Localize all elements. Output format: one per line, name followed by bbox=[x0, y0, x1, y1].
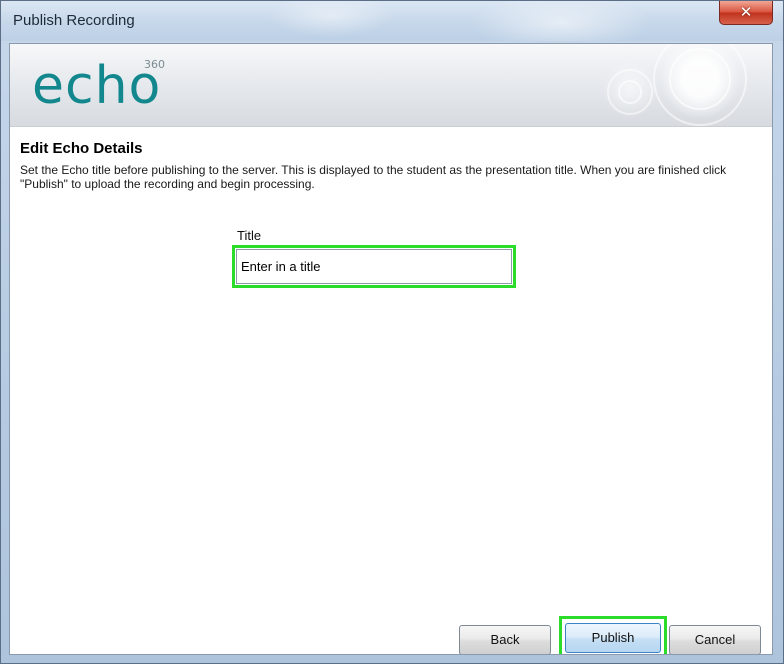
logo-superscript: 360 bbox=[144, 58, 165, 71]
back-button[interactable]: Back bbox=[459, 625, 551, 654]
publish-recording-dialog: Publish Recording ✕ echo 360 Edit Echo D… bbox=[0, 0, 784, 664]
window-title: Publish Recording bbox=[13, 12, 135, 29]
instructions-text: Set the Echo title before publishing to … bbox=[20, 163, 727, 191]
cancel-button[interactable]: Cancel bbox=[669, 625, 761, 654]
publish-button[interactable]: Publish bbox=[565, 623, 661, 653]
logo-word: echo bbox=[32, 56, 162, 116]
echo-banner: echo 360 bbox=[10, 44, 772, 127]
section-heading: Edit Echo Details bbox=[20, 140, 143, 157]
close-button[interactable]: ✕ bbox=[719, 1, 773, 25]
banner-decoration-icon bbox=[607, 44, 747, 126]
dialog-content: echo 360 Edit Echo Details Set the Echo … bbox=[9, 43, 773, 655]
echo360-logo: echo 360 bbox=[32, 56, 165, 116]
title-input[interactable] bbox=[236, 249, 512, 284]
title-label: Title bbox=[237, 228, 262, 243]
title-bar[interactable]: Publish Recording ✕ bbox=[1, 1, 783, 41]
close-icon: ✕ bbox=[739, 3, 753, 21]
